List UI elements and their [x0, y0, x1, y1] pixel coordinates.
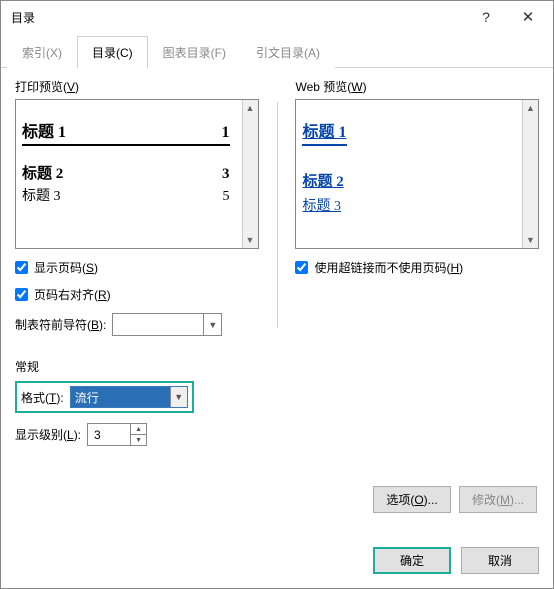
- align-right-option: 页码右对齐(R): [15, 286, 259, 303]
- mid-buttons: 选项(O)... 修改(M)...: [15, 486, 539, 513]
- hyperlinks-option: 使用超链接而不使用页码(H): [295, 259, 539, 276]
- show-page-numbers-checkbox[interactable]: [15, 261, 28, 274]
- format-select[interactable]: 流行 ▼: [70, 386, 188, 408]
- web-preview-label: Web 预览(W): [295, 78, 539, 95]
- leader-select[interactable]: ▼: [112, 313, 222, 336]
- preview-item: 标题 2 3: [22, 162, 230, 183]
- web-preview-column: Web 预览(W) 标题 1 标题 2 标题 3 ▲ ▼: [285, 78, 539, 336]
- titlebar: 目录 ? ✕: [1, 1, 553, 33]
- print-preview-label: 打印预览(V): [15, 78, 259, 95]
- options-button[interactable]: 选项(O)...: [373, 486, 451, 513]
- preview-item: 标题 1: [302, 118, 346, 146]
- hyperlinks-checkbox[interactable]: [295, 261, 308, 274]
- scroll-up-icon[interactable]: ▲: [243, 100, 258, 116]
- leader-row: 制表符前导符(B): ▼: [15, 313, 259, 336]
- scroll-up-icon[interactable]: ▲: [523, 100, 538, 116]
- spinner-up-icon[interactable]: ▲: [131, 424, 146, 435]
- levels-row: 显示级别(L): 3 ▲ ▼: [15, 423, 539, 446]
- print-preview-box: 标题 1 1 标题 2 3 标题 3 5 ▲: [15, 99, 259, 249]
- levels-spinner[interactable]: 3 ▲ ▼: [87, 423, 147, 446]
- ok-button[interactable]: 确定: [373, 547, 451, 574]
- preview-item: 标题 3 5: [22, 185, 230, 205]
- align-right-checkbox[interactable]: [15, 288, 28, 301]
- content-area: 打印预览(V) 标题 1 1 标题 2 3 标题 3: [1, 68, 553, 537]
- dialog-window: 目录 ? ✕ 索引(X) 目录(C) 图表目录(F) 引文目录(A) 打印预览(…: [0, 0, 554, 589]
- scroll-down-icon[interactable]: ▼: [523, 232, 538, 248]
- show-page-numbers-option: 显示页码(S): [15, 259, 259, 276]
- tab-figures[interactable]: 图表目录(F): [148, 36, 241, 68]
- scroll-down-icon[interactable]: ▼: [243, 232, 258, 248]
- spinner-down-icon[interactable]: ▼: [131, 435, 146, 445]
- format-row: 格式(T): 流行 ▼: [15, 381, 194, 413]
- tab-authorities[interactable]: 引文目录(A): [241, 36, 335, 68]
- preview-item: 标题 2: [302, 170, 510, 191]
- cancel-button[interactable]: 取消: [461, 547, 539, 574]
- modify-button[interactable]: 修改(M)...: [459, 486, 537, 513]
- tab-toc[interactable]: 目录(C): [77, 36, 148, 68]
- chevron-down-icon: ▼: [170, 387, 187, 407]
- general-label: 常规: [15, 358, 539, 375]
- close-button[interactable]: ✕: [507, 3, 549, 31]
- web-preview-box: 标题 1 标题 2 标题 3 ▲ ▼: [295, 99, 539, 249]
- scrollbar[interactable]: ▲ ▼: [522, 100, 538, 248]
- tab-index[interactable]: 索引(X): [7, 36, 77, 68]
- print-preview-column: 打印预览(V) 标题 1 1 标题 2 3 标题 3: [15, 78, 269, 336]
- general-section: 常规 格式(T): 流行 ▼ 显示级别(L): 3 ▲ ▼: [15, 358, 539, 446]
- footer: 确定 取消: [1, 537, 553, 588]
- preview-item: 标题 1 1: [22, 118, 230, 146]
- tab-bar: 索引(X) 目录(C) 图表目录(F) 引文目录(A): [1, 35, 553, 68]
- dialog-title: 目录: [11, 9, 35, 26]
- help-button[interactable]: ?: [465, 3, 507, 31]
- scrollbar[interactable]: ▲ ▼: [242, 100, 258, 248]
- preview-item: 标题 3: [302, 195, 510, 215]
- chevron-down-icon: ▼: [203, 314, 221, 335]
- column-divider: [277, 102, 278, 328]
